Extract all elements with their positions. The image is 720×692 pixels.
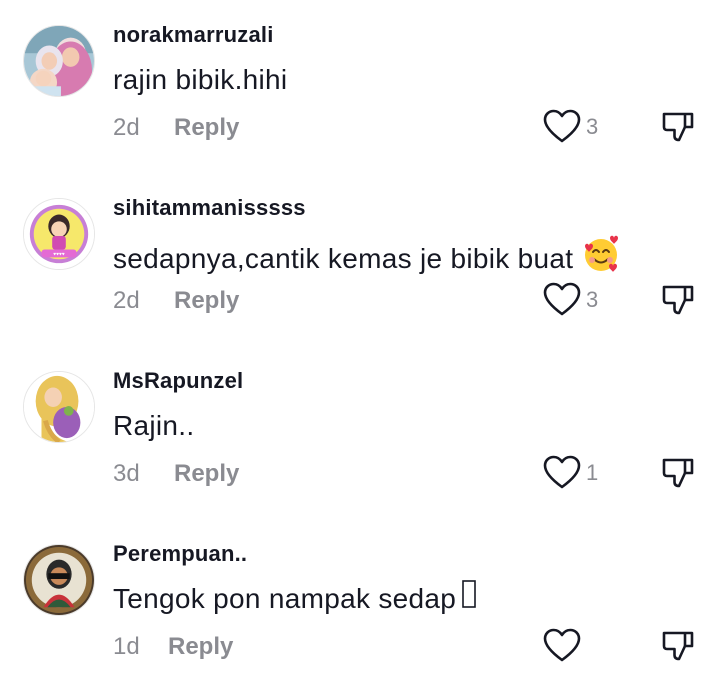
comment-item: MsRapunzel Rajin.. 3d Reply 1 bbox=[0, 346, 720, 519]
reply-button[interactable]: Reply bbox=[174, 114, 239, 142]
missing-glyph-box bbox=[462, 580, 476, 615]
svg-text:♥♥♥♥: ♥♥♥♥ bbox=[53, 252, 65, 257]
dislike-icon bbox=[662, 631, 694, 661]
dislike-button[interactable] bbox=[661, 456, 695, 490]
like-button[interactable] bbox=[543, 628, 603, 664]
like-count: 1 bbox=[586, 460, 599, 485]
comment-item: ♥♥♥♥ sihitammanisssss sedapnya,cantik ke… bbox=[0, 173, 720, 346]
heart-icon bbox=[543, 628, 581, 662]
comment-text: sedapnya,cantik kemas je bibik buat bbox=[113, 234, 621, 284]
avatar[interactable] bbox=[23, 25, 95, 97]
like-button[interactable]: 3 bbox=[543, 109, 603, 145]
username[interactable]: sihitammanisssss bbox=[113, 195, 306, 221]
dislike-button[interactable] bbox=[661, 629, 695, 663]
comment-text: rajin bibik.hihi bbox=[113, 64, 288, 95]
avatar[interactable] bbox=[23, 371, 95, 443]
avatar-image bbox=[24, 545, 94, 615]
avatar-image bbox=[24, 26, 94, 96]
reply-button[interactable]: Reply bbox=[174, 287, 239, 315]
comment-item: norakmarruzali rajin bibik.hihi 2d Reply… bbox=[0, 0, 720, 173]
comment-text: Rajin.. bbox=[113, 410, 195, 441]
avatar-image: ♥♥♥♥ bbox=[24, 199, 94, 269]
smiling-face-with-hearts-icon bbox=[581, 234, 621, 281]
comment-text-content: sedapnya,cantik kemas je bibik buat bbox=[113, 242, 574, 274]
heart-icon bbox=[543, 282, 581, 316]
comment-text: Tengok pon nampak sedap bbox=[113, 580, 476, 618]
reply-button[interactable]: Reply bbox=[174, 460, 239, 488]
like-count: 3 bbox=[586, 287, 599, 312]
comment-time: 2d bbox=[113, 114, 140, 141]
username[interactable]: MsRapunzel bbox=[113, 368, 243, 394]
username[interactable]: norakmarruzali bbox=[113, 22, 274, 48]
like-count: 3 bbox=[586, 114, 599, 139]
avatar[interactable] bbox=[23, 544, 95, 616]
like-button[interactable]: 1 bbox=[543, 455, 603, 491]
comment-time: 1d bbox=[113, 633, 140, 660]
reply-button[interactable]: Reply bbox=[168, 633, 233, 661]
dislike-icon bbox=[662, 112, 694, 142]
dislike-button[interactable] bbox=[661, 110, 695, 144]
heart-icon bbox=[543, 109, 581, 143]
like-button[interactable]: 3 bbox=[543, 282, 603, 318]
dislike-icon bbox=[662, 458, 694, 488]
comment-item: Perempuan.. Tengok pon nampak sedap 1d R… bbox=[0, 519, 720, 692]
username[interactable]: Perempuan.. bbox=[113, 541, 247, 567]
heart-icon bbox=[543, 455, 581, 489]
dislike-icon bbox=[662, 285, 694, 315]
avatar-image bbox=[24, 372, 94, 442]
comment-text-content: Tengok pon nampak sedap bbox=[113, 583, 457, 614]
avatar[interactable]: ♥♥♥♥ bbox=[23, 198, 95, 270]
dislike-button[interactable] bbox=[661, 283, 695, 317]
comment-time: 3d bbox=[113, 460, 140, 487]
comment-time: 2d bbox=[113, 287, 140, 314]
